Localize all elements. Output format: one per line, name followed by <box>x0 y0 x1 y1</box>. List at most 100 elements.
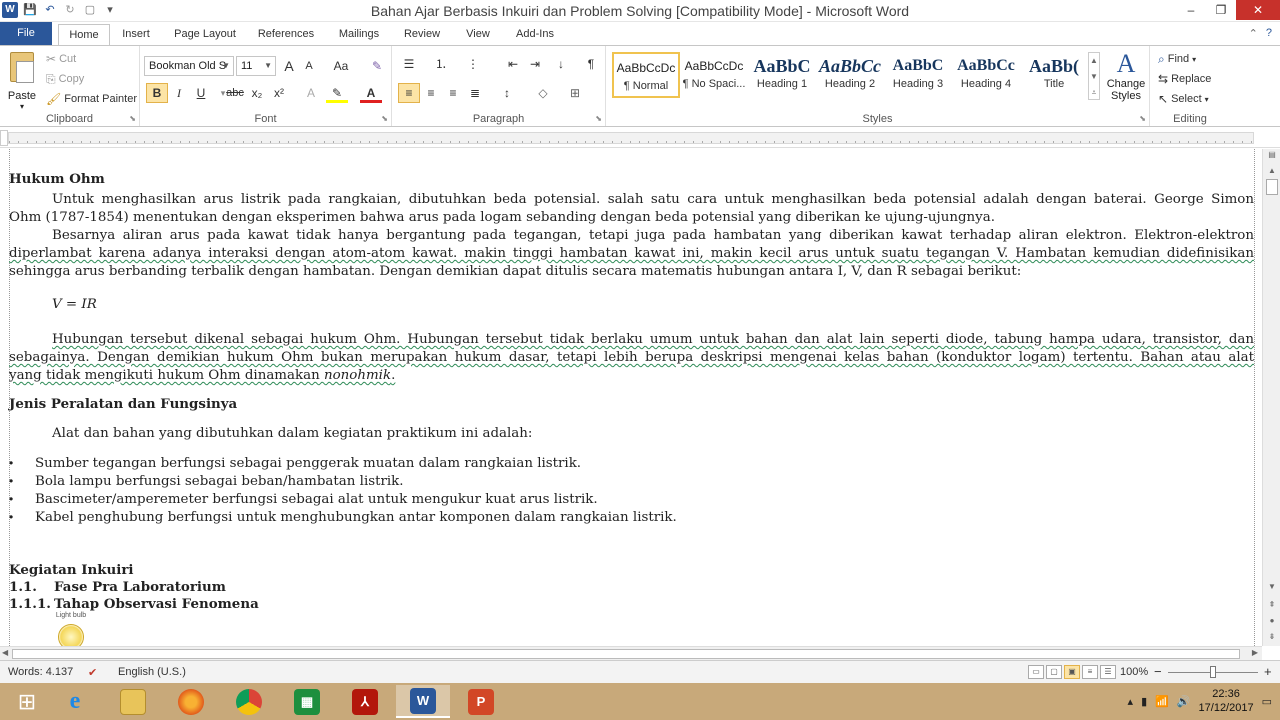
clipboard-launcher-icon[interactable]: ⬊ <box>129 114 136 123</box>
ruler-toggle-icon[interactable]: ▤ <box>1266 149 1278 161</box>
tab-selector[interactable] <box>0 130 8 146</box>
tab-insert[interactable]: Insert <box>114 24 158 45</box>
select-button[interactable]: ↖ Select ▾ <box>1158 92 1209 106</box>
language-indicator[interactable]: English (U.S.) <box>118 666 186 678</box>
scroll-thumb[interactable] <box>1266 179 1278 195</box>
minimize-button[interactable]: – <box>1176 0 1206 20</box>
scroll-down-icon[interactable]: ▼ <box>1266 581 1278 593</box>
text-effects-button[interactable]: A <box>300 83 322 103</box>
borders-icon[interactable]: ⊞ <box>564 83 586 103</box>
style-no-spacing[interactable]: AaBbCcDc ¶ No Spaci... <box>680 52 748 98</box>
sort-icon[interactable]: ↓ <box>550 54 572 74</box>
taskbar-acrobat[interactable]: ⅄ <box>338 685 392 718</box>
horizontal-scrollbar[interactable]: ◀ ▶ <box>0 646 1262 660</box>
scroll-left-icon[interactable]: ◀ <box>2 648 8 657</box>
list-item[interactable]: Sumber tegangan berfungsi sebagai pengge… <box>35 455 581 473</box>
horizontal-ruler[interactable] <box>0 128 1280 148</box>
find-button[interactable]: ⌕ Find ▾ <box>1158 52 1196 66</box>
heading-hukum-ohm[interactable]: Hukum Ohm <box>9 170 1254 188</box>
paragraph-line[interactable]: Besarnya aliran arus pada kawat tidak ha… <box>9 227 1254 245</box>
subscript-button[interactable]: x₂ <box>246 83 268 103</box>
heading-kegiatan-inkuiri[interactable]: Kegiatan Inkuiri <box>9 561 1254 579</box>
heading-tahap-observasi[interactable]: 1.1.1. Tahap Observasi Fenomena <box>9 595 1254 613</box>
increase-indent-icon[interactable]: ⇥ <box>524 54 546 74</box>
styles-launcher-icon[interactable]: ⬊ <box>1139 114 1146 123</box>
outline-view-icon[interactable]: ≡ <box>1082 665 1098 679</box>
style-heading-3[interactable]: AaBbC Heading 3 <box>884 52 952 98</box>
style-heading-1[interactable]: AaBbC Heading 1 <box>748 52 816 98</box>
scroll-right-icon[interactable]: ▶ <box>1252 648 1258 657</box>
word-count[interactable]: Words: 4.137 <box>8 666 73 678</box>
zoom-slider-knob[interactable] <box>1210 666 1216 678</box>
list-item[interactable]: Kabel penghubung berfungsi untuk menghub… <box>35 509 677 527</box>
font-size-combo[interactable]: 11 ▼ <box>236 56 276 76</box>
bullets-icon[interactable]: ☰ <box>398 54 420 74</box>
network-icon[interactable]: ▮ <box>1141 695 1147 708</box>
help-icon[interactable]: ? <box>1266 27 1272 40</box>
paragraph-line[interactable]: sehingga arus berbanding terbalik dengan… <box>9 263 1254 281</box>
tab-references[interactable]: References <box>250 24 322 45</box>
scroll-up-icon[interactable]: ▲ <box>1266 165 1278 177</box>
browse-object-icon[interactable]: ● <box>1266 615 1278 627</box>
ruler-strip[interactable] <box>8 132 1254 144</box>
font-name-combo[interactable]: Bookman Old S ▼ <box>144 56 234 76</box>
shading-icon[interactable]: ◇ <box>532 83 554 103</box>
numbering-icon[interactable]: ⒈ <box>430 54 452 74</box>
shrink-font-button[interactable]: A <box>298 56 320 76</box>
styles-scroll[interactable]: ▲ ▼ ⩡ <box>1088 52 1100 100</box>
paste-button[interactable]: Paste ▾ <box>6 50 38 112</box>
tab-file[interactable]: File <box>0 22 52 45</box>
paragraph-line[interactable]: yang tidak mengikuti hukum Ohm dinamakan… <box>9 367 1254 385</box>
taskbar-ie[interactable]: e <box>48 685 102 718</box>
decrease-indent-icon[interactable]: ⇤ <box>502 54 524 74</box>
grow-font-button[interactable]: A <box>278 56 300 76</box>
style-heading-2[interactable]: AaBbCc Heading 2 <box>816 52 884 98</box>
paragraph-line[interactable]: diperlambat karena adanya interaksi deng… <box>9 245 1254 263</box>
align-left-icon[interactable]: ≡ <box>398 83 420 103</box>
align-center-icon[interactable]: ≡ <box>420 83 442 103</box>
minimize-ribbon-icon[interactable]: ⌃ <box>1249 27 1258 40</box>
taskbar-firefox[interactable] <box>164 685 218 718</box>
tab-home[interactable]: Home <box>58 24 110 45</box>
proofing-icon[interactable]: ✔ <box>88 666 97 679</box>
taskbar-explorer[interactable] <box>106 685 160 718</box>
taskbar-green-app[interactable]: ▦ <box>280 685 334 718</box>
vertical-scrollbar[interactable]: ▤ ▲ ▼ ⇞ ● ⇟ <box>1262 149 1280 646</box>
restore-button[interactable]: ❐ <box>1206 0 1236 20</box>
zoom-level[interactable]: 100% <box>1120 666 1148 678</box>
strikethrough-button[interactable]: abc <box>224 83 246 103</box>
tab-page-layout[interactable]: Page Layout <box>168 24 242 45</box>
taskbar-powerpoint[interactable]: P <box>454 685 508 718</box>
cut-button[interactable]: ✂ Cut <box>46 52 76 66</box>
full-screen-view-icon[interactable]: ▢ <box>1046 665 1062 679</box>
light-bulb-image[interactable]: Light bulb <box>36 612 106 646</box>
clock[interactable]: 22:36 17/12/2017 <box>1199 687 1254 715</box>
taskbar-word[interactable]: W <box>396 685 450 718</box>
list-item[interactable]: Bascimeter/amperemeter berfungsi sebagai… <box>35 491 598 509</box>
zoom-out-button[interactable]: − <box>1154 664 1162 679</box>
paragraph-line[interactable]: sebagainya. Dengan demikian hukum Ohm bu… <box>9 349 1254 367</box>
zoom-in-button[interactable]: + <box>1264 664 1272 679</box>
paragraph-line[interactable]: Untuk menghasilkan arus listrik pada ran… <box>9 191 1254 209</box>
tab-add-ins[interactable]: Add-Ins <box>508 24 562 45</box>
formula-ohm[interactable]: V = IR <box>52 297 97 312</box>
start-button[interactable]: ⊞ <box>0 685 54 718</box>
tab-review[interactable]: Review <box>398 24 446 45</box>
italic-button[interactable]: I <box>168 83 190 103</box>
signal-icon[interactable]: 📶 <box>1155 695 1169 708</box>
show-formatting-button[interactable]: ¶ <box>580 54 602 74</box>
bold-button[interactable]: B <box>146 83 168 103</box>
paste-dropdown-icon[interactable]: ▾ <box>6 102 38 111</box>
multilevel-list-icon[interactable]: ⋮ <box>462 54 484 74</box>
font-color-icon[interactable]: A <box>360 83 382 103</box>
show-hidden-icons-icon[interactable]: ▴ <box>1128 695 1134 708</box>
font-launcher-icon[interactable]: ⬊ <box>381 114 388 123</box>
heading-jenis-peralatan[interactable]: Jenis Peralatan dan Fungsinya <box>9 395 1254 413</box>
next-page-icon[interactable]: ⇟ <box>1266 631 1278 643</box>
paragraph-launcher-icon[interactable]: ⬊ <box>595 114 602 123</box>
justify-icon[interactable]: ≣ <box>464 83 486 103</box>
paragraph-line[interactable]: Alat dan bahan yang dibutuhkan dalam keg… <box>9 425 1254 443</box>
underline-button[interactable]: U <box>190 83 212 103</box>
list-item[interactable]: Bola lampu berfungsi sebagai beban/hamba… <box>35 473 404 491</box>
close-button[interactable]: ✕ <box>1236 0 1280 20</box>
